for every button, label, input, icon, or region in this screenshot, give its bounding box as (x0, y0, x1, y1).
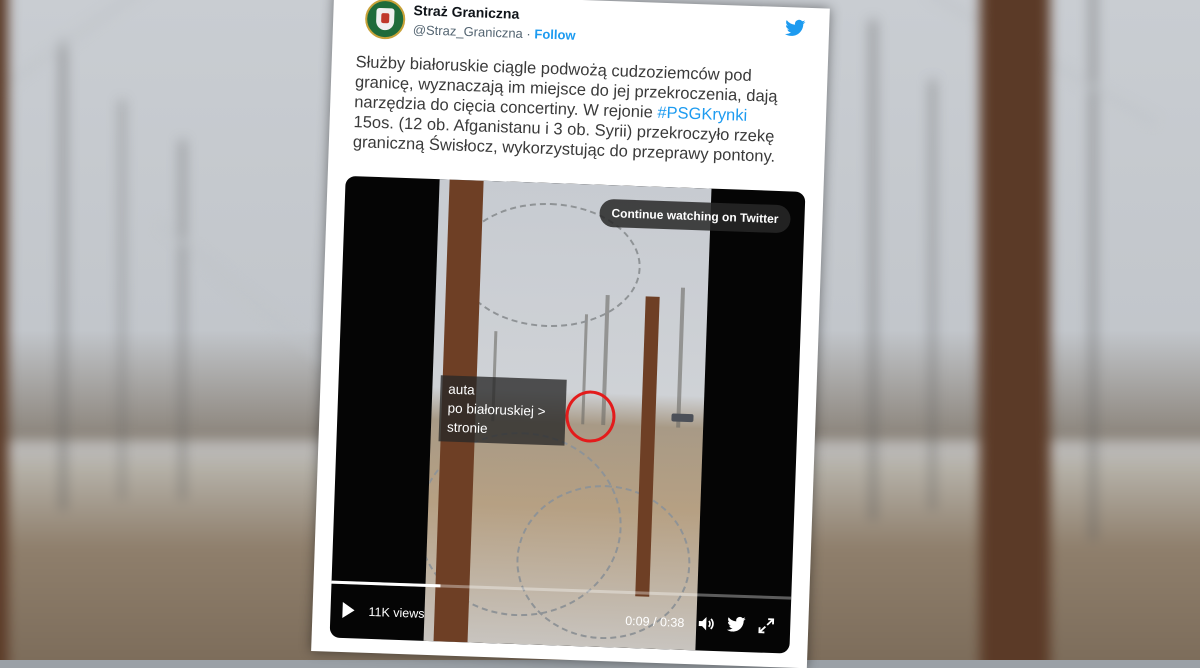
tweet-text: Służby białoruskie ciągle podwożą cudzoz… (353, 52, 806, 168)
account-handle-row: @Straz_Graniczna · Follow (413, 22, 576, 43)
volume-icon[interactable] (696, 613, 717, 634)
follow-button[interactable]: Follow (534, 26, 576, 42)
twitter-icon[interactable] (726, 614, 747, 635)
time-display: 0:09 / 0:38 (625, 614, 685, 630)
avatar[interactable] (364, 0, 406, 40)
video-annotation: auta po białoruskiej > stronie (438, 375, 567, 446)
video-player[interactable]: Continue watching on Twitter auta po bia… (329, 175, 806, 654)
video-controls: 11K views 0:09 / 0:38 (330, 588, 791, 654)
tweet-card: Straż Graniczna @Straz_Graniczna · Follo… (311, 0, 830, 668)
view-count: 11K views (368, 604, 425, 621)
current-time: 0:09 (625, 613, 650, 629)
car-marker (671, 413, 694, 423)
progress-fill (331, 580, 441, 588)
duration: 0:38 (659, 615, 685, 630)
play-icon[interactable] (342, 602, 355, 619)
account-handle[interactable]: @Straz_Graniczna (413, 22, 523, 41)
separator: · (526, 26, 532, 42)
account-name[interactable]: Straż Graniczna (413, 2, 519, 22)
time-separator: / (649, 614, 661, 630)
annotation-line-3: stronie (446, 419, 488, 436)
hashtag-link[interactable]: #PSGKrynki (657, 104, 747, 125)
twitter-bird-icon[interactable] (783, 17, 808, 40)
fullscreen-icon[interactable] (756, 615, 777, 636)
